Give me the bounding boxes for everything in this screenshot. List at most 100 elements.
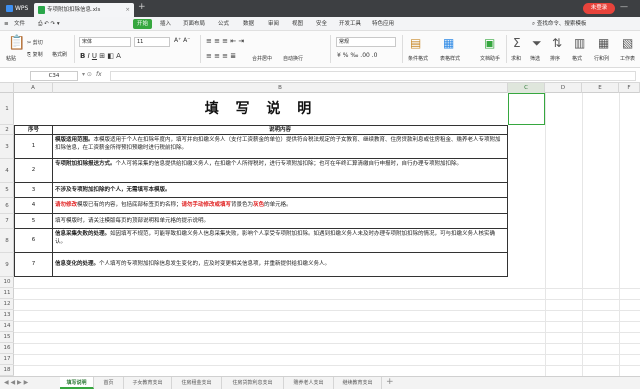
- row-header[interactable]: 5: [0, 183, 14, 198]
- align-bottom-icons[interactable]: ≡ ≡ ≡ ≣: [206, 52, 236, 60]
- formula-bar: C34 ▾ ⊙ fx: [0, 68, 640, 83]
- menu-developer[interactable]: 开发工具: [339, 17, 361, 31]
- row-number[interactable]: 4: [14, 197, 53, 214]
- row-number[interactable]: 6: [14, 228, 53, 253]
- row-header[interactable]: 3: [0, 135, 14, 159]
- paste-icon[interactable]: 📋: [8, 35, 25, 51]
- note-cell[interactable]: 模版适用范围。本模版适用于个人在扣除年度内，填写并向扣缴义务人（支付工资薪金的单…: [52, 134, 508, 159]
- sheet-tab-child-education[interactable]: 子女教育支出: [124, 377, 172, 389]
- font-name-select[interactable]: 宋体: [79, 37, 131, 47]
- sheet-tab-mortgage-interest[interactable]: 住房贷款利息支出: [222, 377, 284, 389]
- menu-icon[interactable]: ≡: [4, 17, 9, 31]
- note-lead: 模版适用范围。: [55, 137, 94, 143]
- note-cell[interactable]: 信息变化的处理。个人填写的专项附加扣除信息发生变化的，应及时变更相关信息项，并重…: [52, 252, 508, 277]
- sheet-title[interactable]: 填 写 说 明: [14, 93, 508, 125]
- close-tab-icon[interactable]: ×: [125, 3, 130, 17]
- menu-page-layout[interactable]: 页面布局: [183, 17, 205, 31]
- fx-icon[interactable]: fx: [96, 71, 102, 78]
- column-header-f[interactable]: F: [619, 83, 640, 93]
- row-header[interactable]: 16: [0, 343, 14, 354]
- menu-special-apps[interactable]: 特色应用: [372, 17, 394, 31]
- sort-button[interactable]: 排序: [550, 55, 560, 62]
- row-header[interactable]: 14: [0, 321, 14, 332]
- sheet-tab-housing-rent[interactable]: 住房租金支出: [172, 377, 222, 389]
- merge-center-button[interactable]: 合并居中: [252, 55, 272, 62]
- row-number[interactable]: 5: [14, 213, 53, 229]
- rows-cols-button[interactable]: 行和列: [594, 55, 609, 62]
- row-header[interactable]: 15: [0, 332, 14, 343]
- menu-home[interactable]: 开始: [133, 19, 153, 29]
- row-header[interactable]: 11: [0, 288, 14, 299]
- new-tab-button[interactable]: +: [138, 2, 146, 12]
- select-all-corner[interactable]: [0, 83, 14, 93]
- name-box-dropdown-icon[interactable]: ▾ ⊙: [82, 71, 92, 78]
- row-header[interactable]: 13: [0, 310, 14, 321]
- number-format-select[interactable]: 常规: [336, 37, 396, 47]
- row-header[interactable]: 12: [0, 299, 14, 310]
- table-style-button[interactable]: 表格样式: [440, 55, 460, 62]
- font-size-grow-icons[interactable]: A⁺ A⁻: [174, 37, 190, 44]
- row-header[interactable]: 1: [0, 93, 14, 125]
- sheet-tab-continuing-education[interactable]: 继续教育支出: [334, 377, 382, 389]
- row-number[interactable]: 1: [14, 134, 53, 159]
- doc-helper-button[interactable]: 文档助手: [480, 55, 500, 62]
- number-format-icons[interactable]: ¥ % ‰ .00 .0: [337, 52, 377, 59]
- wrap-text-button[interactable]: 自动换行: [283, 55, 303, 62]
- formula-input[interactable]: [110, 71, 636, 81]
- sheet-nav-icons[interactable]: ◀ ◀ ▶ ▶: [4, 379, 28, 386]
- menu-formula[interactable]: 公式: [218, 17, 229, 31]
- sheet-tab-home[interactable]: 首页: [94, 377, 124, 389]
- row-number[interactable]: 3: [14, 182, 53, 198]
- conditional-format-button[interactable]: 条件格式: [408, 55, 428, 62]
- menu-review[interactable]: 审阅: [268, 17, 279, 31]
- row-header[interactable]: 4: [0, 159, 14, 183]
- sheet-tab-elderly-support[interactable]: 赡养老人支出: [284, 377, 334, 389]
- minimize-button[interactable]: —: [620, 2, 628, 11]
- row-header[interactable]: 10: [0, 277, 14, 288]
- column-header-c[interactable]: C: [508, 83, 545, 93]
- row-header[interactable]: 6: [0, 198, 14, 214]
- menu-data[interactable]: 数据: [243, 17, 254, 31]
- name-box[interactable]: C34: [30, 71, 78, 81]
- column-header-a[interactable]: A: [14, 83, 53, 93]
- menu-file[interactable]: 文件: [14, 17, 25, 31]
- worksheet-button[interactable]: 工作表: [620, 55, 635, 62]
- quick-access-icons[interactable]: ⎙ ↶ ↷ ▾: [38, 17, 60, 31]
- row-number[interactable]: 7: [14, 252, 53, 277]
- row-header[interactable]: 17: [0, 354, 14, 365]
- column-header-b[interactable]: B: [53, 83, 508, 93]
- search-command[interactable]: ⌕ 查找命令、搜索模板: [532, 17, 586, 31]
- add-sheet-button[interactable]: +: [386, 377, 394, 387]
- document-tab[interactable]: 专项附加扣除信息.xls ×: [34, 3, 134, 17]
- filter-button[interactable]: 筛选: [530, 55, 540, 62]
- format-painter-button[interactable]: 格式刷: [52, 51, 67, 58]
- row-header[interactable]: 18: [0, 365, 14, 376]
- note-cell[interactable]: 请勿修改模版已有的内容，包括底部标签页的名称；请勿手动修改或填写背景色为灰色的单…: [52, 197, 508, 214]
- menu-insert[interactable]: 插入: [160, 17, 171, 31]
- note-cell[interactable]: 不涉及专项附加扣除的个人，无需填写本模版。: [52, 182, 508, 198]
- note-cell[interactable]: 专项附加扣除报送方式。个人可将采集的信息提供给扣缴义务人，在扣缴个人所得税时，进…: [52, 158, 508, 183]
- wps-app-button[interactable]: WPS: [2, 2, 31, 15]
- cut-button[interactable]: ✂ 剪切: [27, 39, 43, 46]
- row-header[interactable]: 2: [0, 125, 14, 135]
- menu-security[interactable]: 安全: [316, 17, 327, 31]
- menu-view[interactable]: 视图: [292, 17, 303, 31]
- sheet-tab-instructions[interactable]: 填写说明: [60, 377, 94, 389]
- column-header-d[interactable]: D: [545, 83, 582, 93]
- align-top-icons[interactable]: ≡ ≡ ≡ ⇤ ⇥: [206, 37, 244, 45]
- row-header[interactable]: 9: [0, 253, 14, 277]
- row-header[interactable]: 7: [0, 214, 14, 229]
- row-number[interactable]: 2: [14, 158, 53, 183]
- column-header-e[interactable]: E: [582, 83, 619, 93]
- paste-button[interactable]: 粘贴: [6, 55, 16, 62]
- font-style-buttons[interactable]: B I U ⊞ ◧ A: [80, 52, 121, 60]
- format-button[interactable]: 格式: [572, 55, 582, 62]
- row-header[interactable]: 8: [0, 229, 14, 253]
- note-cell[interactable]: 填写模版时，请关注模版每页的顶部说明和单元格的提示说明。: [52, 213, 508, 229]
- note-cell[interactable]: 信息采集失败的处理。如因填写不规范，可能导致扣缴义务人信息采集失败，影响个人享受…: [52, 228, 508, 253]
- login-button[interactable]: 未登录: [583, 3, 615, 14]
- sum-button[interactable]: 求和: [511, 55, 521, 62]
- note-text: 个人填写的专项附加扣除信息发生变化的，应及时变更相关信息项，并重新提供给扣缴义务…: [99, 261, 331, 267]
- copy-button[interactable]: ⎘ 复制: [27, 51, 43, 58]
- font-size-select[interactable]: 11: [134, 37, 170, 47]
